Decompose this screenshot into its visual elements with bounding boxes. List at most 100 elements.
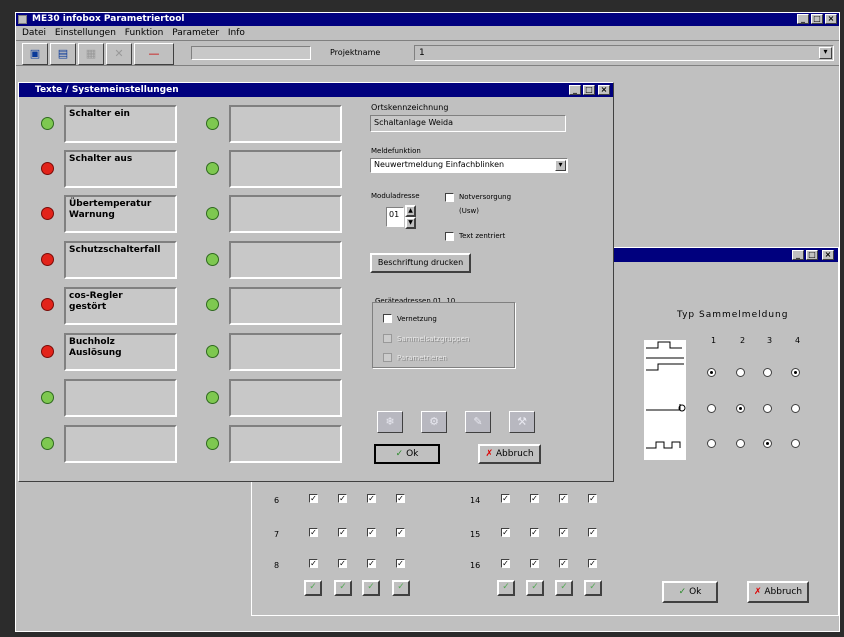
checkbox[interactable]: ✓ xyxy=(559,528,568,537)
sammel-close-button[interactable]: × xyxy=(822,250,834,260)
radio-r2-c2[interactable] xyxy=(736,404,745,413)
tool-icon-2[interactable]: ⚙ xyxy=(421,411,447,433)
label-field-9[interactable] xyxy=(229,105,342,143)
vernetzung-checkbox[interactable] xyxy=(383,314,392,323)
meldefunktion-select[interactable]: Neuwertmeldung Einfachblinken ▾ xyxy=(370,158,568,173)
print-icon[interactable]: ▦ xyxy=(78,43,104,65)
text-zentriert-checkbox[interactable] xyxy=(445,232,454,241)
checkbox[interactable]: ✓ xyxy=(309,494,318,503)
label-field-3[interactable]: Übertemperatur Warnung xyxy=(64,195,177,233)
open-icon[interactable]: ▣ xyxy=(22,43,48,65)
sammel-abbruch-button[interactable]: ✗ Abbruch xyxy=(747,581,809,603)
menu-parameter[interactable]: Parameter xyxy=(172,28,219,38)
texte-minimize-button[interactable]: _ xyxy=(569,85,581,95)
check-all-button[interactable]: ✓ xyxy=(526,580,544,596)
label-field-8[interactable] xyxy=(64,425,177,463)
checkbox[interactable]: ✓ xyxy=(501,528,510,537)
checkbox[interactable]: ✓ xyxy=(559,559,568,568)
texte-maximize-button[interactable]: □ xyxy=(583,85,595,95)
sammel-maximize-button[interactable]: □ xyxy=(806,250,818,260)
project-input[interactable]: 1 ▾ xyxy=(414,45,834,61)
cut-icon[interactable]: ✕ xyxy=(106,43,132,65)
check-all-button[interactable]: ✓ xyxy=(497,580,515,596)
label-field-16[interactable] xyxy=(229,425,342,463)
checkbox[interactable]: ✓ xyxy=(309,559,318,568)
radio-r3-c3[interactable] xyxy=(763,439,772,448)
project-dropdown-icon[interactable]: ▾ xyxy=(819,47,832,59)
radio-r3-c2[interactable] xyxy=(736,439,745,448)
label-field-7[interactable] xyxy=(64,379,177,417)
label-field-12[interactable] xyxy=(229,241,342,279)
checkbox[interactable]: ✓ xyxy=(559,494,568,503)
check-all-button[interactable]: ✓ xyxy=(555,580,573,596)
checkbox[interactable]: ✓ xyxy=(530,528,539,537)
line-icon[interactable]: — xyxy=(134,43,174,65)
checkbox[interactable]: ✓ xyxy=(588,494,597,503)
modul-up-button[interactable]: ▲ xyxy=(405,205,416,217)
label-field-4[interactable]: Schutzschalterfall xyxy=(64,241,177,279)
beschriftung-drucken-button[interactable]: Beschriftung drucken xyxy=(370,253,471,273)
checkbox[interactable]: ✓ xyxy=(338,494,347,503)
check-all-button[interactable]: ✓ xyxy=(304,580,322,596)
modul-down-button[interactable]: ▼ xyxy=(405,217,416,229)
meldefunktion-dropdown-icon[interactable]: ▾ xyxy=(555,160,566,171)
label-field-2[interactable]: Schalter aus xyxy=(64,150,177,188)
checkbox[interactable]: ✓ xyxy=(338,528,347,537)
sammel-ok-button[interactable]: ✓ Ok xyxy=(662,581,718,603)
checkbox[interactable]: ✓ xyxy=(367,494,376,503)
label-field-15[interactable] xyxy=(229,379,342,417)
menu-einstellungen[interactable]: Einstellungen xyxy=(55,28,116,38)
texte-abbruch-button[interactable]: ✗ Abbruch xyxy=(478,444,541,464)
tool-icon-3[interactable]: ✎ xyxy=(465,411,491,433)
menu-datei[interactable]: Datei xyxy=(22,28,46,38)
checkbox[interactable]: ✓ xyxy=(501,494,510,503)
check-all-button[interactable]: ✓ xyxy=(392,580,410,596)
radio-r1-c2[interactable] xyxy=(736,368,745,377)
checkbox[interactable]: ✓ xyxy=(338,559,347,568)
label-field-11[interactable] xyxy=(229,195,342,233)
radio-r1-c3[interactable] xyxy=(763,368,772,377)
checkbox[interactable]: ✓ xyxy=(588,528,597,537)
modul-input[interactable]: 01 xyxy=(386,207,404,227)
label-field-5[interactable]: cos-Regler gestört xyxy=(64,287,177,325)
checkbox[interactable]: ✓ xyxy=(530,559,539,568)
menu-funktion[interactable]: Funktion xyxy=(125,28,164,38)
ortskenn-input[interactable]: Schaltanlage Weida xyxy=(370,115,566,132)
maximize-button[interactable]: □ xyxy=(811,14,823,24)
radio-r1-c1[interactable] xyxy=(707,368,716,377)
radio-r2-c4[interactable] xyxy=(791,404,800,413)
checkbox[interactable]: ✓ xyxy=(501,559,510,568)
checkbox[interactable]: ✓ xyxy=(396,494,405,503)
menu-info[interactable]: Info xyxy=(228,28,245,38)
checkbox[interactable]: ✓ xyxy=(309,528,318,537)
radio-r3-c4[interactable] xyxy=(791,439,800,448)
checkbox[interactable]: ✓ xyxy=(367,528,376,537)
checkbox[interactable]: ✓ xyxy=(367,559,376,568)
label-field-10[interactable] xyxy=(229,150,342,188)
sammel-minimize-button[interactable]: _ xyxy=(792,250,804,260)
radio-r2-c3[interactable] xyxy=(763,404,772,413)
minimize-button[interactable]: _ xyxy=(797,14,809,24)
texte-close-button[interactable]: × xyxy=(598,85,610,95)
checkbox[interactable]: ✓ xyxy=(396,559,405,568)
check-all-button[interactable]: ✓ xyxy=(362,580,380,596)
radio-r2-c1[interactable] xyxy=(707,404,716,413)
label-field-13[interactable] xyxy=(229,287,342,325)
notversorgung-checkbox[interactable] xyxy=(445,193,454,202)
tool-icon-1[interactable]: ❄ xyxy=(377,411,403,433)
check-all-button[interactable]: ✓ xyxy=(334,580,352,596)
label-field-6[interactable]: Buchholz Auslösung xyxy=(64,333,177,371)
checkbox[interactable]: ✓ xyxy=(530,494,539,503)
texte-ok-button[interactable]: ✓ Ok xyxy=(374,444,440,464)
checkbox[interactable]: ✓ xyxy=(588,559,597,568)
save-icon[interactable]: ▤ xyxy=(50,43,76,65)
radio-r3-c1[interactable] xyxy=(707,439,716,448)
checkbox[interactable]: ✓ xyxy=(396,528,405,537)
check-all-button[interactable]: ✓ xyxy=(584,580,602,596)
label-field-1[interactable]: Schalter ein xyxy=(64,105,177,143)
signal-diagram xyxy=(644,340,686,460)
radio-r1-c4[interactable] xyxy=(791,368,800,377)
tool-icon-4[interactable]: ⚒ xyxy=(509,411,535,433)
close-button[interactable]: × xyxy=(825,14,837,24)
label-field-14[interactable] xyxy=(229,333,342,371)
